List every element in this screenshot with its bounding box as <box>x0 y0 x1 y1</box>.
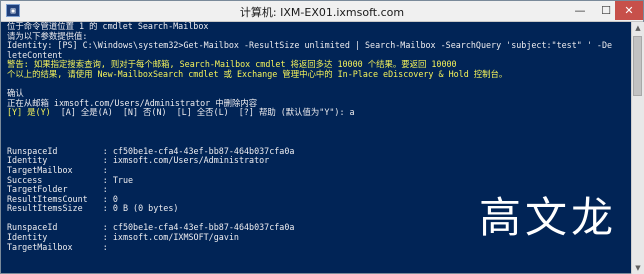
watermark-text: 高文龙 <box>479 193 618 242</box>
console-line: 个以上的结果, 请使用 New-MailboxSearch cmdlet 或 E… <box>7 68 508 79</box>
remote-console-window: ▣ 计算机: IXM-EX01.ixmsoft.com — ☐ ✕ 位于命令管道… <box>0 0 644 274</box>
confirm-default-option: [Y] 是(Y) <box>7 107 51 118</box>
confirm-options-text: [A] 全是(A) [N] 否(N) [L] 全否(L) [?] 帮助 (默认值… <box>50 107 355 118</box>
title-bar[interactable]: ▣ 计算机: IXM-EX01.ixmsoft.com — ☐ ✕ <box>1 1 643 22</box>
close-button[interactable]: ✕ <box>615 1 643 20</box>
minimize-button[interactable]: — <box>567 1 593 20</box>
console-line: TargetMailbox : <box>7 241 108 252</box>
window-title: 计算机: IXM-EX01.ixmsoft.com <box>239 6 405 19</box>
console-line: [Y] 是(Y) [A] 全是(A) [N] 否(N) [L] 全否(L) [?… <box>7 108 629 118</box>
scrollbar-thumb[interactable] <box>633 36 642 96</box>
scroll-down-arrow-icon[interactable]: ▼ <box>632 262 644 274</box>
console-line: Identity: [PS] C:\Windows\system32>Get-M… <box>7 40 613 51</box>
console-line: 位于命令管道位置 1 的 cmdlet Search-Mailbox <box>7 22 209 31</box>
scroll-up-arrow-icon[interactable]: ▲ <box>632 22 644 34</box>
vertical-scrollbar[interactable]: ▲ ▼ <box>631 22 644 274</box>
